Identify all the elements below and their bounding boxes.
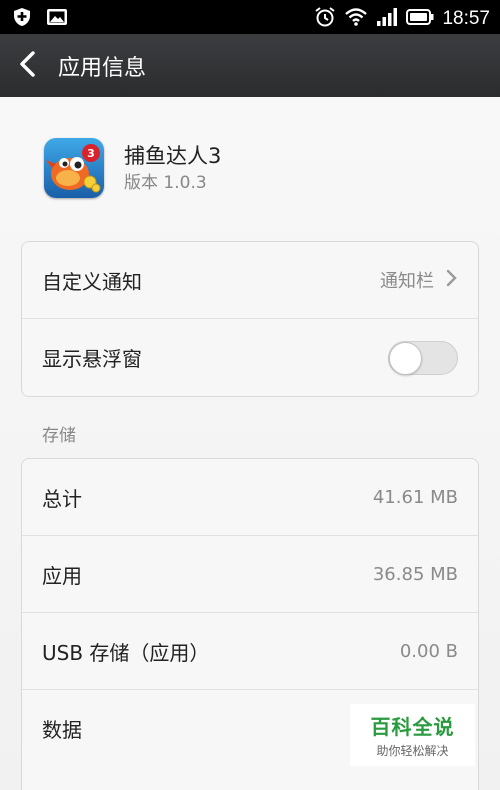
alarm-icon	[314, 6, 336, 32]
storage-total-label: 总计	[42, 486, 82, 511]
storage-app-label: 应用	[42, 563, 82, 588]
float-window-toggle[interactable]	[388, 340, 458, 375]
storage-app-value: 36.85 MB	[372, 563, 458, 585]
action-bar: 应用信息	[0, 34, 500, 97]
storage-app-row: 应用 36.85 MB	[22, 536, 478, 613]
page-title: 应用信息	[58, 55, 147, 81]
status-bar: 18:57	[0, 0, 500, 34]
chevron-left-icon	[18, 50, 38, 81]
toggle-knob	[389, 341, 422, 375]
storage-total-value: 41.61 MB	[372, 486, 458, 508]
app-icon: 3	[44, 138, 104, 198]
storage-total-row: 总计 41.61 MB	[22, 459, 478, 536]
chevron-right-icon	[446, 269, 458, 291]
app-header: 3 捕鱼达人3 版本 1.0.3	[44, 138, 221, 198]
shield-icon	[12, 7, 32, 31]
storage-data-label: 数据	[42, 718, 82, 742]
wifi-icon	[344, 7, 368, 31]
storage-usb-value: 0.00 B	[399, 640, 458, 662]
signal-icon	[376, 7, 398, 31]
clock-time: 18:57	[442, 8, 490, 29]
back-button[interactable]	[0, 34, 56, 97]
float-window-row: 显示悬浮窗	[22, 319, 478, 396]
storage-section-label: 存储	[42, 426, 76, 446]
app-text: 捕鱼达人3 版本 1.0.3	[124, 141, 221, 195]
storage-usb-label: USB 存储（应用）	[42, 640, 210, 665]
watermark-logo: 百科全说 助你轻松解决	[350, 704, 475, 766]
svg-text:3: 3	[87, 147, 95, 160]
battery-icon	[406, 8, 434, 30]
storage-usb-row: USB 存储（应用） 0.00 B	[22, 613, 478, 690]
custom-notification-value: 通知栏	[380, 271, 434, 292]
custom-notification-label: 自定义通知	[42, 269, 142, 294]
float-window-label: 显示悬浮窗	[42, 347, 142, 371]
custom-notification-row[interactable]: 自定义通知 通知栏	[22, 242, 478, 319]
image-icon	[46, 7, 68, 31]
watermark-title: 百科全说	[370, 715, 455, 739]
watermark-subtitle: 助你轻松解决	[376, 744, 449, 758]
app-name: 捕鱼达人3	[124, 144, 222, 168]
settings-card: 自定义通知 通知栏 显示悬浮窗	[21, 241, 479, 397]
app-version: 版本 1.0.3	[124, 173, 207, 193]
